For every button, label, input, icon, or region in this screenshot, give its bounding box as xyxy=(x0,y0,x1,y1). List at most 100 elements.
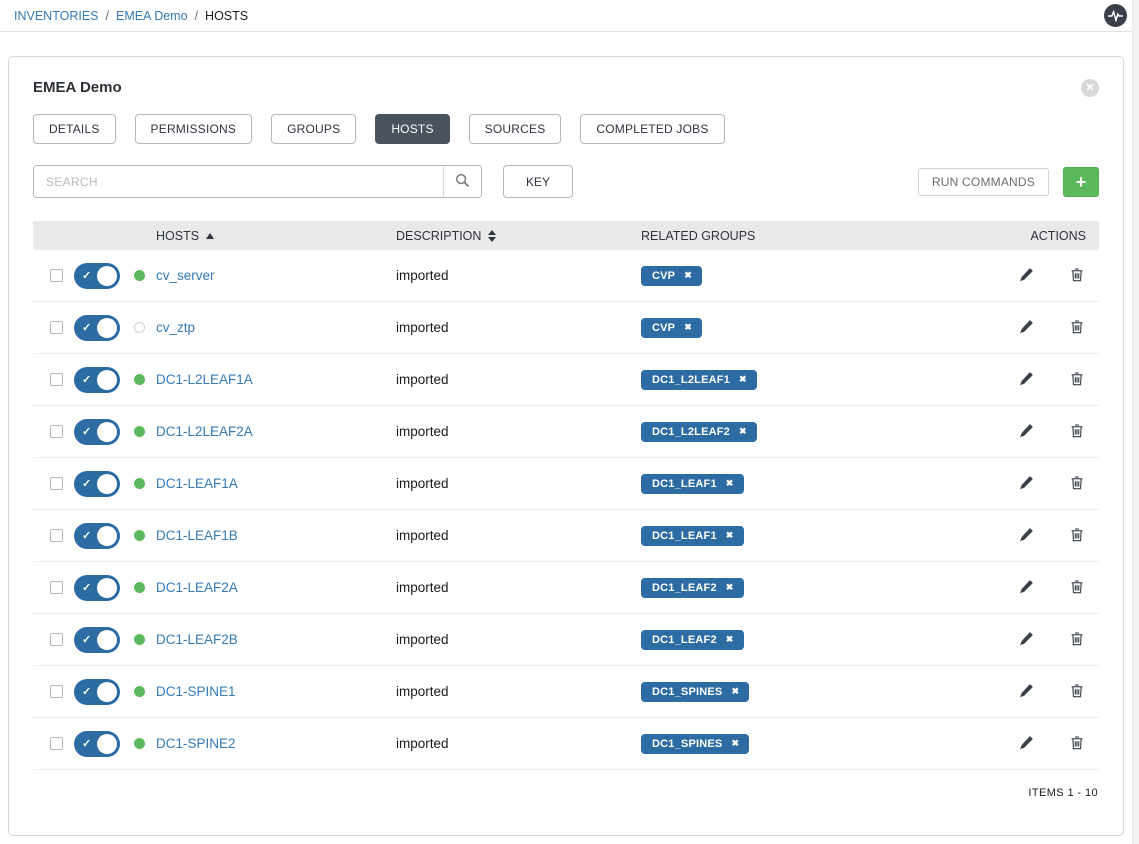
row-select-checkbox[interactable] xyxy=(50,737,63,750)
tab-completed-jobs[interactable]: COMPLETED JOBS xyxy=(580,114,724,144)
host-name-link[interactable]: DC1-SPINE2 xyxy=(156,736,236,751)
row-select-checkbox[interactable] xyxy=(50,477,63,490)
host-name-link[interactable]: DC1-LEAF1A xyxy=(156,476,238,491)
related-group-chip[interactable]: CVP✖ xyxy=(641,318,702,338)
edit-host-button[interactable] xyxy=(1019,423,1034,441)
host-enabled-toggle[interactable]: ✓ xyxy=(74,419,120,445)
related-groups-cell: DC1_LEAF2✖ xyxy=(641,630,979,650)
host-name-link[interactable]: DC1-LEAF2A xyxy=(156,580,238,595)
edit-host-button[interactable] xyxy=(1019,475,1034,493)
remove-group-icon[interactable]: ✖ xyxy=(739,426,747,437)
row-select-checkbox[interactable] xyxy=(50,269,63,282)
pencil-icon xyxy=(1019,735,1034,753)
delete-host-button[interactable] xyxy=(1070,371,1084,389)
delete-host-button[interactable] xyxy=(1070,319,1084,337)
add-host-button[interactable]: + xyxy=(1063,167,1099,197)
edit-host-button[interactable] xyxy=(1019,267,1034,285)
group-chip-label: DC1_SPINES xyxy=(652,738,722,750)
edit-host-button[interactable] xyxy=(1019,735,1034,753)
row-select-checkbox[interactable] xyxy=(50,633,63,646)
column-header-hosts[interactable]: HOSTS xyxy=(156,229,396,243)
related-group-chip[interactable]: DC1_LEAF1✖ xyxy=(641,526,744,546)
column-header-related-groups: RELATED GROUPS xyxy=(641,229,979,243)
related-group-chip[interactable]: CVP✖ xyxy=(641,266,702,286)
host-name-link[interactable]: DC1-LEAF1B xyxy=(156,528,238,543)
activity-pulse-icon[interactable] xyxy=(1104,4,1127,27)
tab-permissions[interactable]: PERMISSIONS xyxy=(135,114,253,144)
delete-host-button[interactable] xyxy=(1070,735,1084,753)
breadcrumb-inventory-link[interactable]: EMEA Demo xyxy=(116,9,188,23)
row-select-checkbox[interactable] xyxy=(50,529,63,542)
remove-group-icon[interactable]: ✖ xyxy=(726,478,734,489)
remove-group-icon[interactable]: ✖ xyxy=(726,530,734,541)
host-description: imported xyxy=(396,736,641,751)
trash-icon xyxy=(1070,267,1084,285)
trash-icon xyxy=(1070,631,1084,649)
host-enabled-toggle[interactable]: ✓ xyxy=(74,367,120,393)
edit-host-button[interactable] xyxy=(1019,683,1034,701)
host-enabled-toggle[interactable]: ✓ xyxy=(74,471,120,497)
host-enabled-toggle[interactable]: ✓ xyxy=(74,315,120,341)
host-enabled-toggle[interactable]: ✓ xyxy=(74,627,120,653)
row-select-checkbox[interactable] xyxy=(50,373,63,386)
remove-group-icon[interactable]: ✖ xyxy=(739,374,747,385)
search-input[interactable] xyxy=(34,166,443,197)
row-select-checkbox[interactable] xyxy=(50,425,63,438)
host-name-link[interactable]: DC1-L2LEAF2A xyxy=(156,424,253,439)
edit-host-button[interactable] xyxy=(1019,579,1034,597)
remove-group-icon[interactable]: ✖ xyxy=(726,582,734,593)
host-name-link[interactable]: DC1-SPINE1 xyxy=(156,684,236,699)
related-group-chip[interactable]: DC1_LEAF1✖ xyxy=(641,474,744,494)
edit-host-button[interactable] xyxy=(1019,371,1034,389)
tab-details[interactable]: DETAILS xyxy=(33,114,116,144)
related-group-chip[interactable]: DC1_SPINES✖ xyxy=(641,682,749,702)
key-button[interactable]: KEY xyxy=(503,165,573,198)
delete-host-button[interactable] xyxy=(1070,267,1084,285)
host-name-link[interactable]: DC1-L2LEAF1A xyxy=(156,372,253,387)
delete-host-button[interactable] xyxy=(1070,527,1084,545)
run-commands-button[interactable]: RUN COMMANDS xyxy=(918,168,1049,196)
delete-host-button[interactable] xyxy=(1070,579,1084,597)
breadcrumb-inventories-link[interactable]: INVENTORIES xyxy=(14,9,99,23)
row-select-checkbox[interactable] xyxy=(50,685,63,698)
row-select-checkbox[interactable] xyxy=(50,321,63,334)
column-header-description[interactable]: DESCRIPTION xyxy=(396,229,641,243)
delete-host-button[interactable] xyxy=(1070,475,1084,493)
remove-group-icon[interactable]: ✖ xyxy=(684,322,692,333)
edit-host-button[interactable] xyxy=(1019,527,1034,545)
host-name-link[interactable]: cv_server xyxy=(156,268,215,283)
breadcrumb: INVENTORIES / EMEA Demo / HOSTS xyxy=(14,9,248,23)
row-select-checkbox[interactable] xyxy=(50,581,63,594)
table-row: ✓ DC1-L2LEAF1A imported DC1_L2LEAF1✖ xyxy=(33,354,1099,406)
host-enabled-toggle[interactable]: ✓ xyxy=(74,731,120,757)
related-group-chip[interactable]: DC1_L2LEAF2✖ xyxy=(641,422,757,442)
edit-host-button[interactable] xyxy=(1019,631,1034,649)
delete-host-button[interactable] xyxy=(1070,631,1084,649)
related-group-chip[interactable]: DC1_LEAF2✖ xyxy=(641,578,744,598)
remove-group-icon[interactable]: ✖ xyxy=(731,738,739,749)
host-name-link[interactable]: cv_ztp xyxy=(156,320,195,335)
close-icon[interactable]: ✕ xyxy=(1081,79,1099,97)
host-name-link[interactable]: DC1-LEAF2B xyxy=(156,632,238,647)
related-group-chip[interactable]: DC1_L2LEAF1✖ xyxy=(641,370,757,390)
remove-group-icon[interactable]: ✖ xyxy=(726,634,734,645)
related-group-chip[interactable]: DC1_SPINES ✖ xyxy=(641,734,749,754)
page-scrollbar[interactable] xyxy=(1132,0,1139,844)
host-enabled-toggle[interactable]: ✓ xyxy=(74,263,120,289)
search-button[interactable] xyxy=(443,166,481,197)
related-group-chip[interactable]: DC1_LEAF2✖ xyxy=(641,630,744,650)
remove-group-icon[interactable]: ✖ xyxy=(731,686,739,697)
host-enabled-toggle[interactable]: ✓ xyxy=(74,523,120,549)
host-enabled-toggle[interactable]: ✓ xyxy=(74,575,120,601)
host-status-dot xyxy=(134,478,145,489)
tab-groups[interactable]: GROUPS xyxy=(271,114,356,144)
remove-group-icon[interactable]: ✖ xyxy=(684,270,692,281)
trash-icon xyxy=(1070,683,1084,701)
tab-sources[interactable]: SOURCES xyxy=(469,114,562,144)
edit-host-button[interactable] xyxy=(1019,319,1034,337)
host-enabled-toggle[interactable]: ✓ xyxy=(74,679,120,705)
table-row: ✓ DC1-SPINE2 imported DC1_SPINES ✖ xyxy=(33,718,1099,770)
delete-host-button[interactable] xyxy=(1070,423,1084,441)
tab-hosts[interactable]: HOSTS xyxy=(375,114,449,144)
delete-host-button[interactable] xyxy=(1070,683,1084,701)
